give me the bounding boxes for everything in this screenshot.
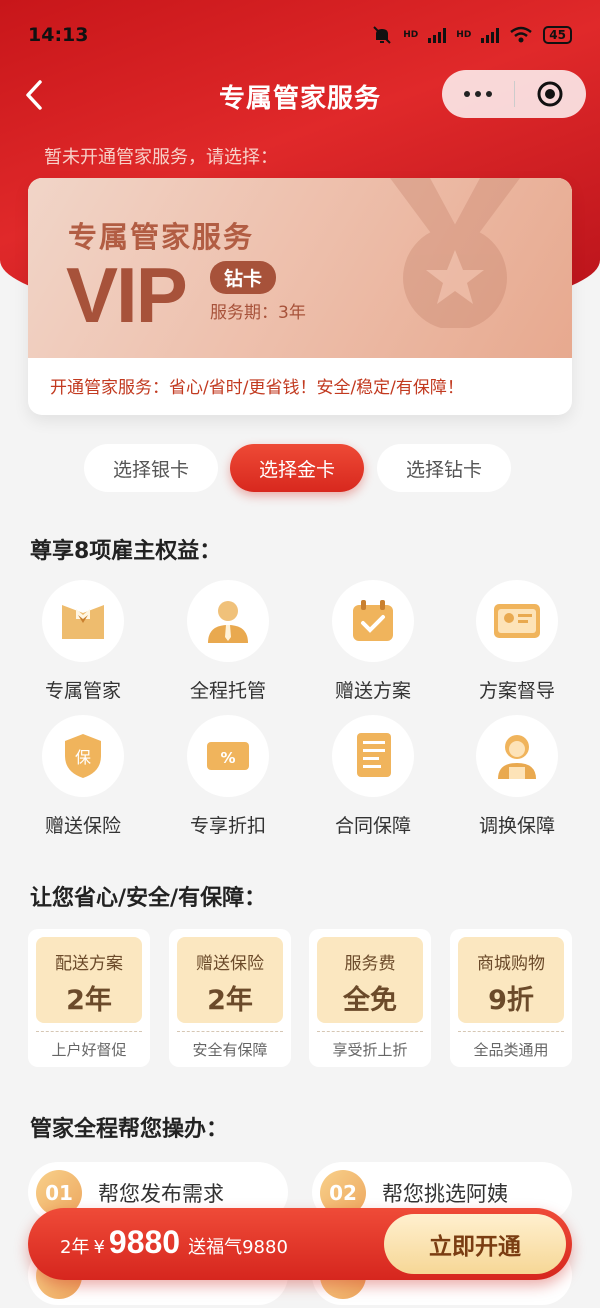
signal-icon-1 (428, 27, 447, 43)
wifi-icon (510, 26, 533, 43)
vip-service-period: 服务期：3年 (210, 303, 306, 323)
butler-icon (42, 580, 124, 662)
benefit-label: 赠送方案 (334, 680, 411, 702)
vip-label: VIP (66, 251, 188, 339)
selection-hint: 暂未开通管家服务，请选择： (44, 147, 278, 168)
price-info: 2年 ¥ 9880 送福气9880 (60, 1224, 288, 1261)
vip-tier-badge: 钻卡 (210, 261, 277, 294)
miniprogram-capsule (442, 70, 586, 118)
assurance-key: 配送方案 (55, 954, 123, 974)
price-years: 2年 (60, 1237, 90, 1258)
assurance-value: 全免 (343, 985, 397, 1016)
contract-icon (332, 715, 414, 797)
benefit-label: 合同保障 (334, 815, 411, 837)
assurance-value: 2年 (207, 985, 253, 1016)
select-diamond-button[interactable]: 选择钻卡 (377, 444, 511, 492)
divider (177, 1031, 283, 1032)
status-time: 14:13 (28, 24, 89, 46)
manager-icon (187, 580, 269, 662)
divider (458, 1031, 564, 1032)
signal-icon-2 (481, 27, 500, 43)
close-target-icon[interactable] (515, 70, 587, 118)
medal-icon (390, 178, 520, 328)
price-amount: 9880 (108, 1224, 181, 1260)
benefit-item[interactable]: 专属管家 (23, 580, 143, 703)
activate-now-button[interactable]: 立即开通 (384, 1214, 566, 1274)
benefit-item[interactable]: 合同保障 (313, 715, 433, 838)
assurance-value: 2年 (66, 985, 112, 1016)
svg-text:%: % (220, 749, 235, 767)
discount-ticket-icon: % (187, 715, 269, 797)
mute-bell-icon (373, 26, 391, 44)
benefit-label: 专享折扣 (189, 815, 266, 837)
assurance-key: 赠送保险 (196, 954, 264, 974)
assurance-sub: 全品类通用 (473, 1041, 549, 1059)
calendar-check-icon (332, 580, 414, 662)
assurance-card: 赠送保险 2年 安全有保障 (169, 929, 291, 1067)
nav-bar: 专属管家服务 (0, 70, 600, 120)
assurance-key: 服务费 (344, 954, 396, 974)
assurance-title: 让您省心/安全/有保障： (30, 886, 267, 911)
benefit-item[interactable]: % 专享折扣 (168, 715, 288, 838)
vip-slogan: 开通管家服务：省心/省时/更省钱！安全/稳定/有保障！ (50, 378, 464, 398)
benefit-item[interactable]: 保 赠送保险 (23, 715, 143, 838)
battery-icon: 45 (543, 26, 572, 44)
status-bar: 14:13 HD HD 45 (0, 0, 600, 70)
divider (317, 1031, 423, 1032)
benefit-item[interactable]: 调换保障 (457, 715, 577, 838)
benefit-label: 方案督导 (478, 680, 555, 702)
benefits-title: 尊享8项雇主权益： (30, 539, 222, 564)
assurance-card: 商城购物 9折 全品类通用 (450, 929, 572, 1067)
divider (36, 1031, 142, 1032)
step-text: 帮您发布需求 (98, 1182, 224, 1206)
tier-selector: 选择银卡 选择金卡 选择钻卡 (0, 444, 600, 492)
assurance-sub: 享受折上折 (332, 1041, 408, 1059)
assurance-sub: 安全有保障 (192, 1041, 268, 1059)
nanny-icon (476, 715, 558, 797)
svg-text:保: 保 (75, 748, 91, 767)
benefit-label: 全程托管 (189, 680, 266, 702)
hd-label-2: HD (456, 30, 472, 40)
purchase-bar: 2年 ¥ 9880 送福气9880 立即开通 (28, 1208, 572, 1280)
vip-card-header: 专属管家服务 VIP 钻卡 服务期：3年 (28, 178, 572, 358)
benefit-label: 调换保障 (478, 815, 555, 837)
id-card-icon (476, 580, 558, 662)
select-silver-button[interactable]: 选择银卡 (84, 444, 218, 492)
hd-label-1: HD (403, 30, 419, 40)
benefit-label: 专属管家 (44, 680, 121, 702)
assurance-value: 9折 (488, 985, 534, 1016)
gift-text: 送福气9880 (188, 1237, 288, 1258)
benefit-label: 赠送保险 (44, 815, 121, 837)
status-icons: HD HD 45 (371, 24, 572, 46)
more-dots-icon[interactable] (442, 70, 514, 118)
benefit-item[interactable]: 方案督导 (457, 580, 577, 703)
step-text: 帮您挑选阿姨 (382, 1182, 508, 1206)
benefit-item[interactable]: 全程托管 (168, 580, 288, 703)
assurance-card: 配送方案 2年 上户好督促 (28, 929, 150, 1067)
steps-title: 管家全程帮您操办： (30, 1117, 229, 1142)
benefit-item[interactable]: 赠送方案 (313, 580, 433, 703)
currency-symbol: ¥ (93, 1237, 105, 1258)
select-gold-button[interactable]: 选择金卡 (230, 444, 364, 492)
shield-icon: 保 (42, 715, 124, 797)
assurance-card: 服务费全免 享受折上折 (309, 929, 431, 1067)
assurance-key: 商城购物 (477, 954, 545, 974)
assurance-sub: 上户好督促 (51, 1041, 127, 1059)
vip-card: 专属管家服务 VIP 钻卡 服务期：3年 开通管家服务：省心/省时/更省钱！安全… (28, 178, 572, 415)
